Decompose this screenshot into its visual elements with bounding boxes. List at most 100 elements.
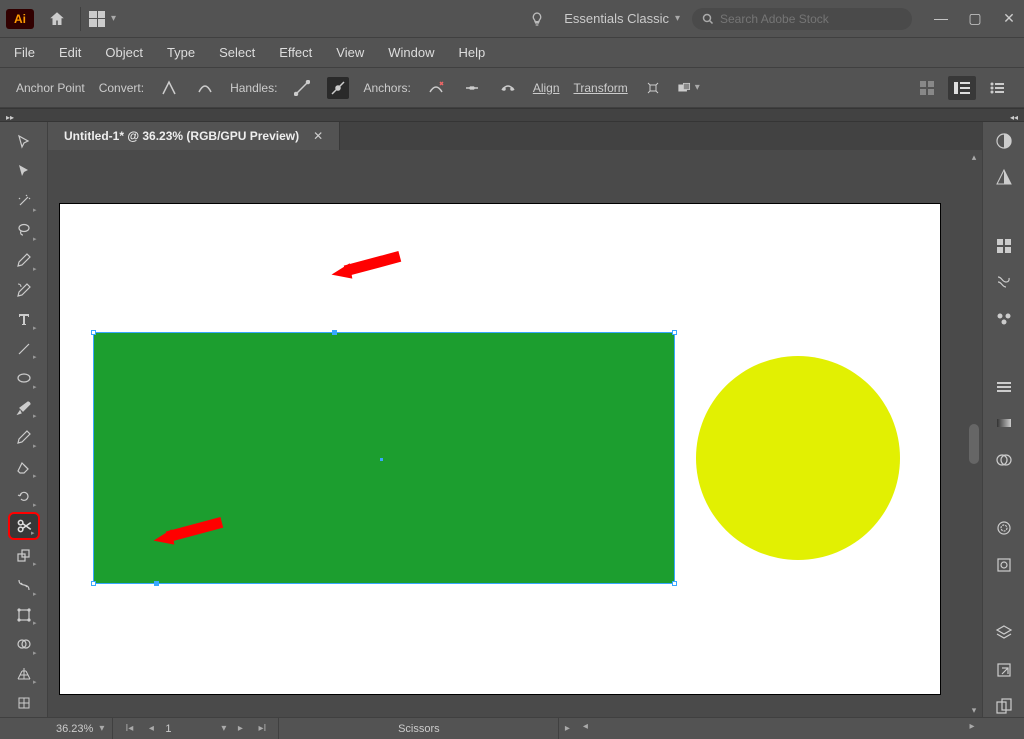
anchor-point[interactable] [332, 330, 337, 335]
tool-perspective[interactable]: ▸ [8, 660, 40, 688]
menu-effect[interactable]: Effect [279, 45, 312, 60]
document-tab[interactable]: Untitled-1* @ 36.23% (RGB/GPU Preview) ✕ [48, 122, 340, 150]
workspace-switcher[interactable]: Essentials Classic ▾ [564, 11, 680, 26]
discover-icon[interactable] [524, 6, 550, 32]
status-bar: 36.23% ▾ I◂ ◂ 1 ▾ ▸ ▸I Scissors ▸ ◂ ▸ [0, 717, 1024, 739]
align-to-icon[interactable]: ▾ [678, 77, 700, 99]
panel-color-guide-icon[interactable] [992, 166, 1016, 188]
tool-free-transform[interactable]: ▸ [8, 601, 40, 629]
remove-anchor-icon[interactable] [425, 77, 447, 99]
panel-transparency-icon[interactable] [992, 449, 1016, 471]
search-stock[interactable] [692, 8, 912, 30]
scroll-right-icon[interactable]: ▸ [964, 721, 980, 732]
panel-collapse-icon[interactable]: ◂◂ [1010, 113, 1018, 122]
panel-color-icon[interactable] [992, 130, 1016, 152]
transform-link[interactable]: Transform [574, 81, 628, 95]
menu-bar: File Edit Object Type Select Effect View… [0, 38, 1024, 68]
tool-paintbrush[interactable]: ▸ [8, 394, 40, 422]
menu-type[interactable]: Type [167, 45, 195, 60]
tool-mesh[interactable] [8, 689, 40, 717]
panel-gradient-icon[interactable] [992, 412, 1016, 434]
scrollbar-thumb[interactable] [969, 424, 979, 464]
tool-selection[interactable] [8, 128, 40, 156]
menu-view[interactable]: View [336, 45, 364, 60]
artboard-number[interactable]: 1 [165, 723, 215, 735]
prev-artboard-button[interactable]: ◂ [143, 723, 159, 734]
convert-label: Convert: [99, 81, 144, 95]
tool-type[interactable]: ▸ [8, 305, 40, 333]
chevron-down-icon: ▾ [111, 13, 116, 24]
connect-anchor-icon[interactable] [461, 77, 483, 99]
panel-menu-icon[interactable] [948, 76, 976, 100]
panel-layers-icon[interactable] [992, 622, 1016, 644]
tool-ellipse[interactable]: ▸ [8, 364, 40, 392]
tool-eraser[interactable]: ▸ [8, 453, 40, 481]
tool-magic-wand[interactable]: ▸ [8, 187, 40, 215]
close-button[interactable]: ✕ [1000, 10, 1018, 27]
toolbar-collapse-icon[interactable]: ▸▸ [6, 113, 14, 122]
tool-rotate[interactable]: ▸ [8, 483, 40, 511]
panel-stroke-icon[interactable] [992, 376, 1016, 398]
panel-symbols-icon[interactable] [992, 307, 1016, 329]
search-input[interactable] [720, 12, 902, 26]
isolate-icon[interactable] [642, 77, 664, 99]
menu-edit[interactable]: Edit [59, 45, 81, 60]
menu-window[interactable]: Window [388, 45, 434, 60]
show-handles-icon[interactable] [291, 77, 313, 99]
menu-help[interactable]: Help [458, 45, 485, 60]
grid-view-icon[interactable] [916, 77, 938, 99]
canvas[interactable] [48, 150, 966, 717]
ellipse-shape[interactable] [696, 356, 900, 560]
menu-select[interactable]: Select [219, 45, 255, 60]
tool-scale[interactable]: ▸ [8, 542, 40, 570]
chevron-down-icon: ▾ [221, 723, 226, 734]
selection-handle[interactable] [672, 581, 677, 586]
arrange-documents[interactable]: ▾ [89, 11, 116, 27]
tab-close-icon[interactable]: ✕ [313, 129, 323, 143]
tool-scissors[interactable]: ▸ [8, 512, 40, 540]
status-menu-icon[interactable]: ▸ [559, 723, 575, 734]
title-bar: Ai ▾ Essentials Classic ▾ — ▢ ✕ [0, 0, 1024, 38]
tool-pencil[interactable]: ▸ [8, 423, 40, 451]
panel-asset-export-icon[interactable] [992, 658, 1016, 680]
next-artboard-button[interactable]: ▸ [232, 723, 248, 734]
cut-path-icon[interactable] [497, 77, 519, 99]
selection-handle[interactable] [91, 581, 96, 586]
align-link[interactable]: Align [533, 81, 560, 95]
anchor-point[interactable] [154, 581, 159, 586]
selection-handle[interactable] [672, 330, 677, 335]
vertical-scrollbar[interactable]: ▴ ▾ [966, 150, 982, 717]
scroll-left-icon[interactable]: ◂ [577, 721, 593, 732]
scroll-up-icon[interactable]: ▴ [972, 150, 977, 164]
tool-shape-builder[interactable]: ▸ [8, 630, 40, 658]
hide-handles-icon[interactable] [327, 77, 349, 99]
tool-width[interactable]: ▸ [8, 571, 40, 599]
horizontal-scrollbar[interactable]: ◂ ▸ [575, 718, 982, 739]
selection-handle[interactable] [91, 330, 96, 335]
home-button[interactable] [42, 4, 72, 34]
tool-lasso[interactable]: ▸ [8, 217, 40, 245]
panel-swatches-icon[interactable] [992, 235, 1016, 257]
control-bar: Anchor Point Convert: Handles: Anchors: … [0, 68, 1024, 108]
panel-brushes-icon[interactable] [992, 271, 1016, 293]
first-artboard-button[interactable]: I◂ [121, 723, 137, 734]
convert-corner-icon[interactable] [158, 77, 180, 99]
menu-file[interactable]: File [14, 45, 35, 60]
maximize-button[interactable]: ▢ [966, 10, 984, 27]
panel-graphic-styles-icon[interactable] [992, 554, 1016, 576]
panel-appearance-icon[interactable] [992, 517, 1016, 539]
tool-direct-selection[interactable] [8, 158, 40, 186]
tools-panel: ▸ ▸ ▸ ▸ ▸ ▸ ▸ ▸ ▸ ▸ ▸ ▸ ▸ ▸ ▸ ▸ [0, 122, 48, 717]
last-artboard-button[interactable]: ▸I [254, 723, 270, 734]
anchors-label: Anchors: [363, 81, 410, 95]
convert-smooth-icon[interactable] [194, 77, 216, 99]
tool-curvature[interactable] [8, 276, 40, 304]
scroll-down-icon[interactable]: ▾ [972, 703, 977, 717]
menu-object[interactable]: Object [105, 45, 143, 60]
list-menu-icon[interactable] [986, 77, 1008, 99]
minimize-button[interactable]: — [932, 10, 950, 27]
panel-artboards-icon[interactable] [992, 695, 1016, 717]
zoom-level[interactable]: 36.23% ▾ [48, 718, 113, 739]
tool-pen[interactable]: ▸ [8, 246, 40, 274]
tool-line[interactable]: ▸ [8, 335, 40, 363]
